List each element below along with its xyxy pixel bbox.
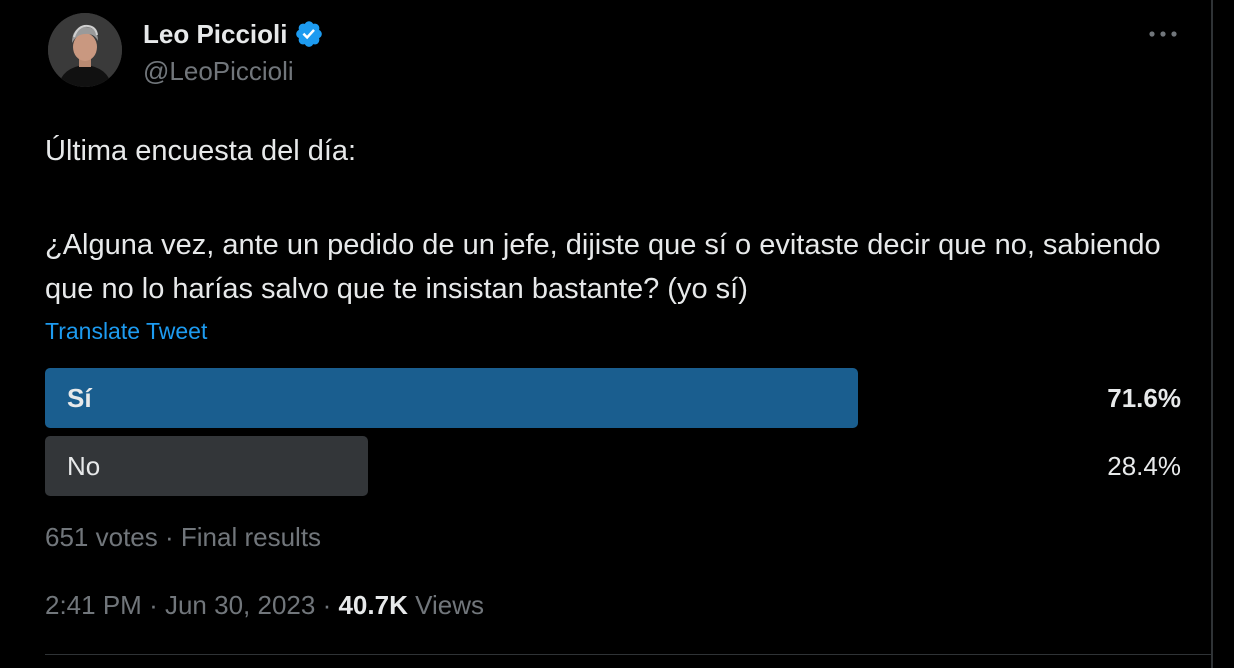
poll-option: Sí 71.6% [45, 368, 1181, 428]
tweet-text: Última encuesta del día: ¿Alguna vez, an… [45, 129, 1195, 311]
views-count[interactable]: 40.7K [338, 590, 407, 620]
poll-bar-fill [45, 368, 858, 428]
separator: · [164, 522, 174, 552]
poll-option-label: No [67, 451, 101, 481]
tweet-intro: Última encuesta del día: [45, 135, 357, 167]
poll: Sí 71.6% No 28.4% [45, 368, 1181, 504]
poll-option: No 28.4% [45, 436, 1181, 496]
profile-photo [48, 13, 122, 87]
avatar[interactable] [48, 13, 122, 87]
tweet-metadata: 2:41 PM · Jun 30, 2023 · 40.7K Views [45, 588, 484, 622]
verified-badge-icon [295, 21, 322, 47]
poll-option-label: Sí [67, 383, 92, 413]
separator: · [322, 590, 332, 620]
author-name-row[interactable]: Leo Piccioli [143, 18, 324, 50]
translate-tweet-link[interactable]: Translate Tweet [45, 316, 207, 346]
author-display-name[interactable]: Leo Piccioli [143, 18, 288, 50]
poll-option-percent: 71.6% [1107, 383, 1181, 413]
frame-edge [1211, 0, 1213, 668]
separator: · [149, 590, 158, 620]
poll-summary: 651 votes · Final results [45, 520, 321, 554]
divider [45, 654, 1211, 655]
views-label[interactable]: Views [415, 590, 484, 620]
tweet-question: ¿Alguna vez, ante un pedido de un jefe, … [45, 229, 1161, 305]
tweet-date[interactable]: Jun 30, 2023 [165, 590, 315, 620]
more-options-icon[interactable] [1146, 26, 1180, 42]
author-handle[interactable]: @LeoPiccioli [143, 55, 294, 87]
tweet-time[interactable]: 2:41 PM [45, 590, 142, 620]
poll-status: Final results [180, 522, 322, 552]
poll-option-percent: 28.4% [1107, 451, 1181, 481]
poll-vote-count: 651 votes [45, 522, 158, 552]
